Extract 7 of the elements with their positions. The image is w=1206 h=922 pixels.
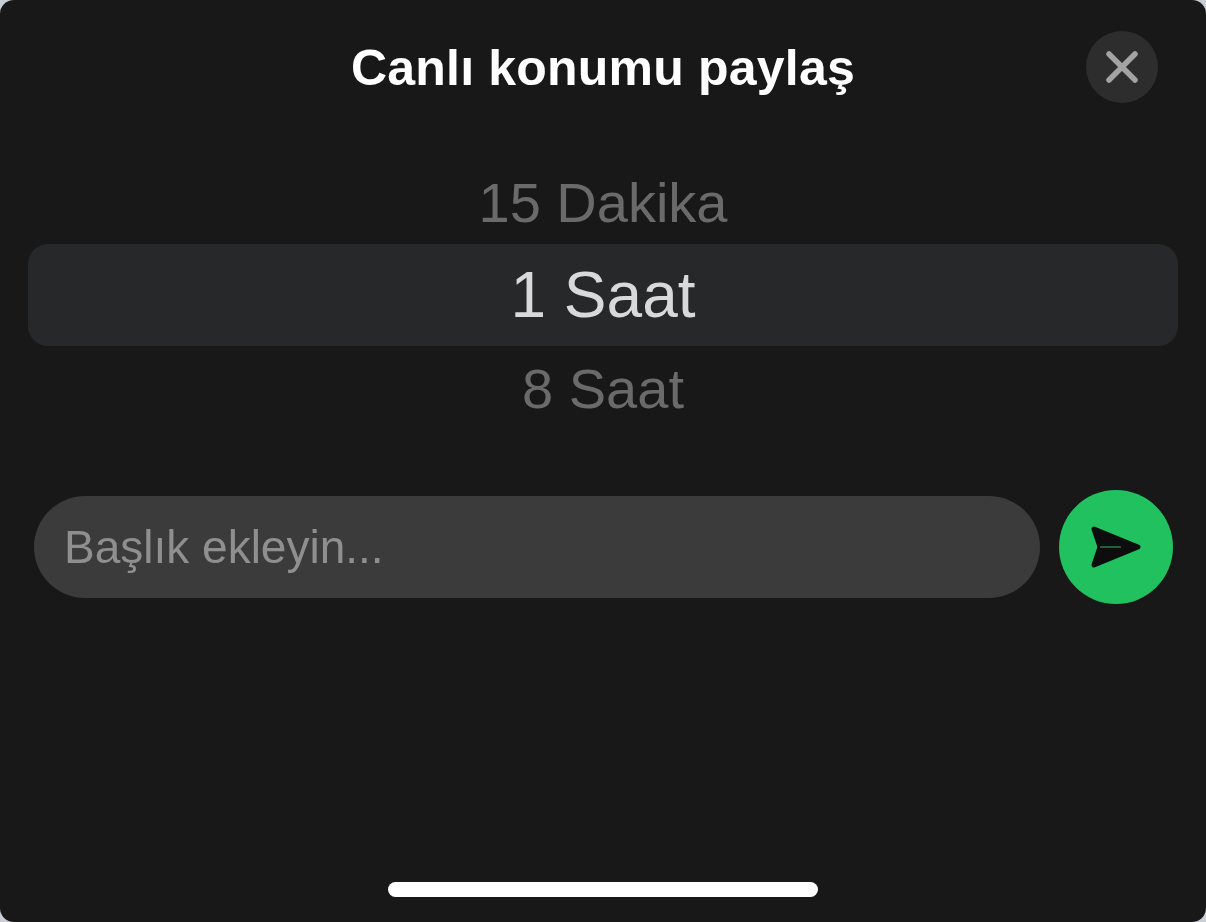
caption-field[interactable]: Başlık ekleyin...: [34, 496, 1040, 598]
duration-option[interactable]: 15 Dakika: [458, 160, 748, 244]
send-icon: [1091, 526, 1141, 568]
sheet-title: Canlı konumu paylaş: [351, 39, 855, 97]
duration-option[interactable]: 1 Saat: [28, 244, 1178, 346]
duration-option[interactable]: 8 Saat: [502, 346, 704, 430]
close-icon: [1106, 51, 1138, 83]
